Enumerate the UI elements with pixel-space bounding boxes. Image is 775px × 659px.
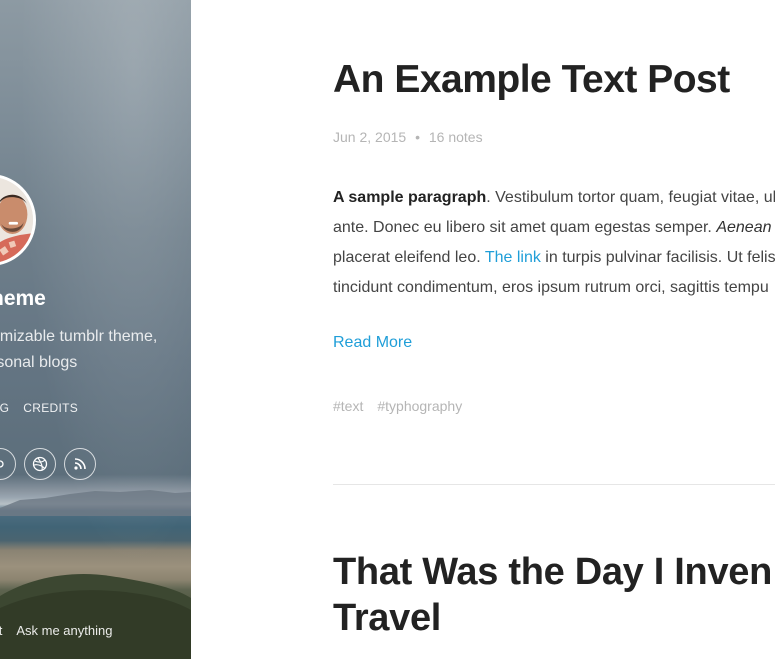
body-link[interactable]: The link [485, 249, 541, 266]
social-links [0, 448, 96, 480]
dune-background [0, 574, 191, 659]
body-line: placerat eleifend leo. The link in turpi… [333, 243, 775, 273]
body-italic-text: Aenean u [716, 219, 775, 236]
meta-separator: • [415, 129, 420, 145]
dribbble-icon [32, 456, 48, 472]
post-meta: Jun 2, 2015 • 16 notes [333, 129, 483, 145]
post-title-line: Travel [333, 597, 442, 639]
body-line: tincidunt condimentum, eros ipsum rutrum… [333, 273, 775, 303]
social-link-partial[interactable] [0, 448, 16, 480]
social-icon-partial [0, 460, 4, 468]
post-title-line: That Was the Day I Inven [333, 551, 773, 593]
body-text: ante. Donec eu libero sit amet quam eges… [333, 219, 717, 236]
rss-icon [74, 458, 86, 470]
blog-title[interactable]: heme [0, 287, 46, 311]
post-body: A sample paragraph. Vestibulum tortor qu… [333, 183, 775, 303]
body-text: tincidunt condimentum, eros ipsum rutrum… [333, 279, 769, 296]
tag-link[interactable]: #text [333, 398, 363, 414]
post-notes[interactable]: 16 notes [429, 129, 483, 145]
blog-description-line: omizable tumblr theme, [0, 328, 158, 345]
post-title[interactable]: An Example Text Post [333, 58, 730, 102]
sidebar-footer: mit Ask me anything [0, 623, 112, 638]
mountains-background [0, 490, 191, 516]
body-line: A sample paragraph. Vestibulum tortor qu… [333, 183, 775, 213]
blog-nav: OG CREDITS [0, 401, 78, 415]
body-line: ante. Donec eu libero sit amet quam eges… [333, 213, 775, 243]
rss-link[interactable] [64, 448, 96, 480]
read-more-link[interactable]: Read More [333, 334, 412, 352]
post-date[interactable]: Jun 2, 2015 [333, 129, 406, 145]
body-text: in turpis pulvinar facilisis. Ut felis [540, 249, 775, 266]
post-divider [333, 484, 775, 485]
blog-description: omizable tumblr theme, rsonal blogs [0, 324, 191, 376]
body-bold-text: A sample paragraph [333, 189, 487, 206]
nav-item-blog[interactable]: OG [0, 401, 9, 415]
ask-link[interactable]: Ask me anything [16, 623, 112, 638]
body-text: . Vestibulum tortor quam, feugiat vitae,… [486, 189, 775, 206]
nav-item-credits[interactable]: CREDITS [23, 401, 78, 415]
sidebar: heme omizable tumblr theme, rsonal blogs… [0, 0, 191, 659]
blog-description-line: rsonal blogs [0, 354, 78, 371]
tag-link[interactable]: #typhography [377, 398, 462, 414]
submit-link[interactable]: mit [0, 623, 2, 638]
post-tags: #text #typhography [333, 398, 462, 414]
dribbble-link[interactable] [24, 448, 56, 480]
post-title[interactable]: That Was the Day I Inven Travel [333, 549, 775, 641]
main-content: An Example Text Post Jun 2, 2015 • 16 no… [191, 0, 775, 659]
body-text: placerat eleifend leo. [333, 249, 485, 266]
